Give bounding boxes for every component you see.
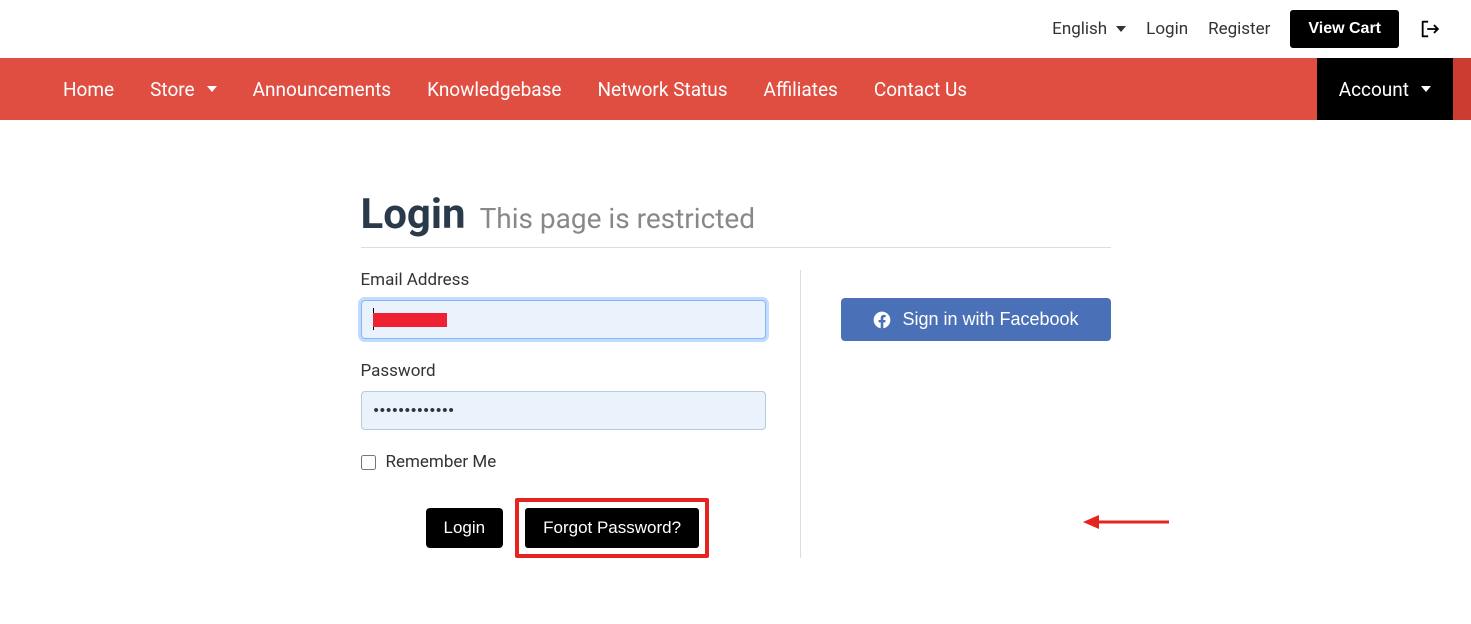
- nav-knowledgebase[interactable]: Knowledgebase: [409, 60, 579, 119]
- nav-network-status[interactable]: Network Status: [579, 60, 745, 119]
- nav-account[interactable]: Account: [1317, 58, 1453, 120]
- page-title: Login: [361, 190, 466, 239]
- nav-store-label: Store: [150, 78, 195, 101]
- email-group: Email Address: [361, 270, 760, 339]
- remember-label[interactable]: Remember Me: [386, 452, 497, 472]
- caret-down-icon: [1116, 26, 1126, 32]
- redaction-bar: [373, 313, 447, 327]
- caret-down-icon: [207, 86, 217, 92]
- nav-account-label: Account: [1339, 78, 1409, 101]
- login-button[interactable]: Login: [426, 508, 504, 548]
- nav-affiliates[interactable]: Affiliates: [746, 60, 856, 119]
- nav-home[interactable]: Home: [45, 60, 132, 119]
- remember-checkbox[interactable]: [361, 455, 376, 470]
- nav-contact-us[interactable]: Contact Us: [856, 60, 985, 119]
- main-nav: Home Store Announcements Knowledgebase N…: [0, 58, 1471, 120]
- nav-announcements[interactable]: Announcements: [235, 60, 409, 119]
- facebook-signin-button[interactable]: Sign in with Facebook: [841, 298, 1111, 341]
- login-link[interactable]: Login: [1146, 19, 1188, 39]
- page-title-row: Login This page is restricted: [361, 190, 1111, 248]
- email-label: Email Address: [361, 270, 760, 290]
- annotation-highlight-box: Forgot Password?: [515, 498, 709, 558]
- facebook-label: Sign in with Facebook: [902, 309, 1078, 330]
- caret-down-icon: [1421, 86, 1431, 92]
- annotation-arrow-icon: [1081, 510, 1171, 534]
- remember-row: Remember Me: [361, 452, 760, 472]
- email-input-wrap: [361, 300, 766, 339]
- facebook-icon: [872, 310, 892, 330]
- page-subtitle: This page is restricted: [480, 202, 755, 235]
- social-login-column: Sign in with Facebook: [801, 270, 1111, 558]
- language-label: English: [1052, 19, 1107, 39]
- button-row: Login Forgot Password?: [361, 498, 760, 558]
- register-link[interactable]: Register: [1208, 19, 1270, 39]
- password-group: Password: [361, 361, 760, 430]
- login-layout: Email Address Password Remember Me Login: [361, 270, 1111, 558]
- password-input[interactable]: [361, 391, 766, 430]
- view-cart-button[interactable]: View Cart: [1290, 10, 1399, 48]
- language-selector[interactable]: English: [1052, 19, 1126, 39]
- password-label: Password: [361, 361, 760, 381]
- login-form-column: Email Address Password Remember Me Login: [361, 270, 801, 558]
- topbar: English Login Register View Cart: [0, 0, 1471, 58]
- logout-icon[interactable]: [1419, 18, 1441, 40]
- nav-store[interactable]: Store: [132, 60, 235, 119]
- forgot-password-button[interactable]: Forgot Password?: [525, 508, 699, 548]
- main-content: Login This page is restricted Email Addr…: [341, 190, 1131, 558]
